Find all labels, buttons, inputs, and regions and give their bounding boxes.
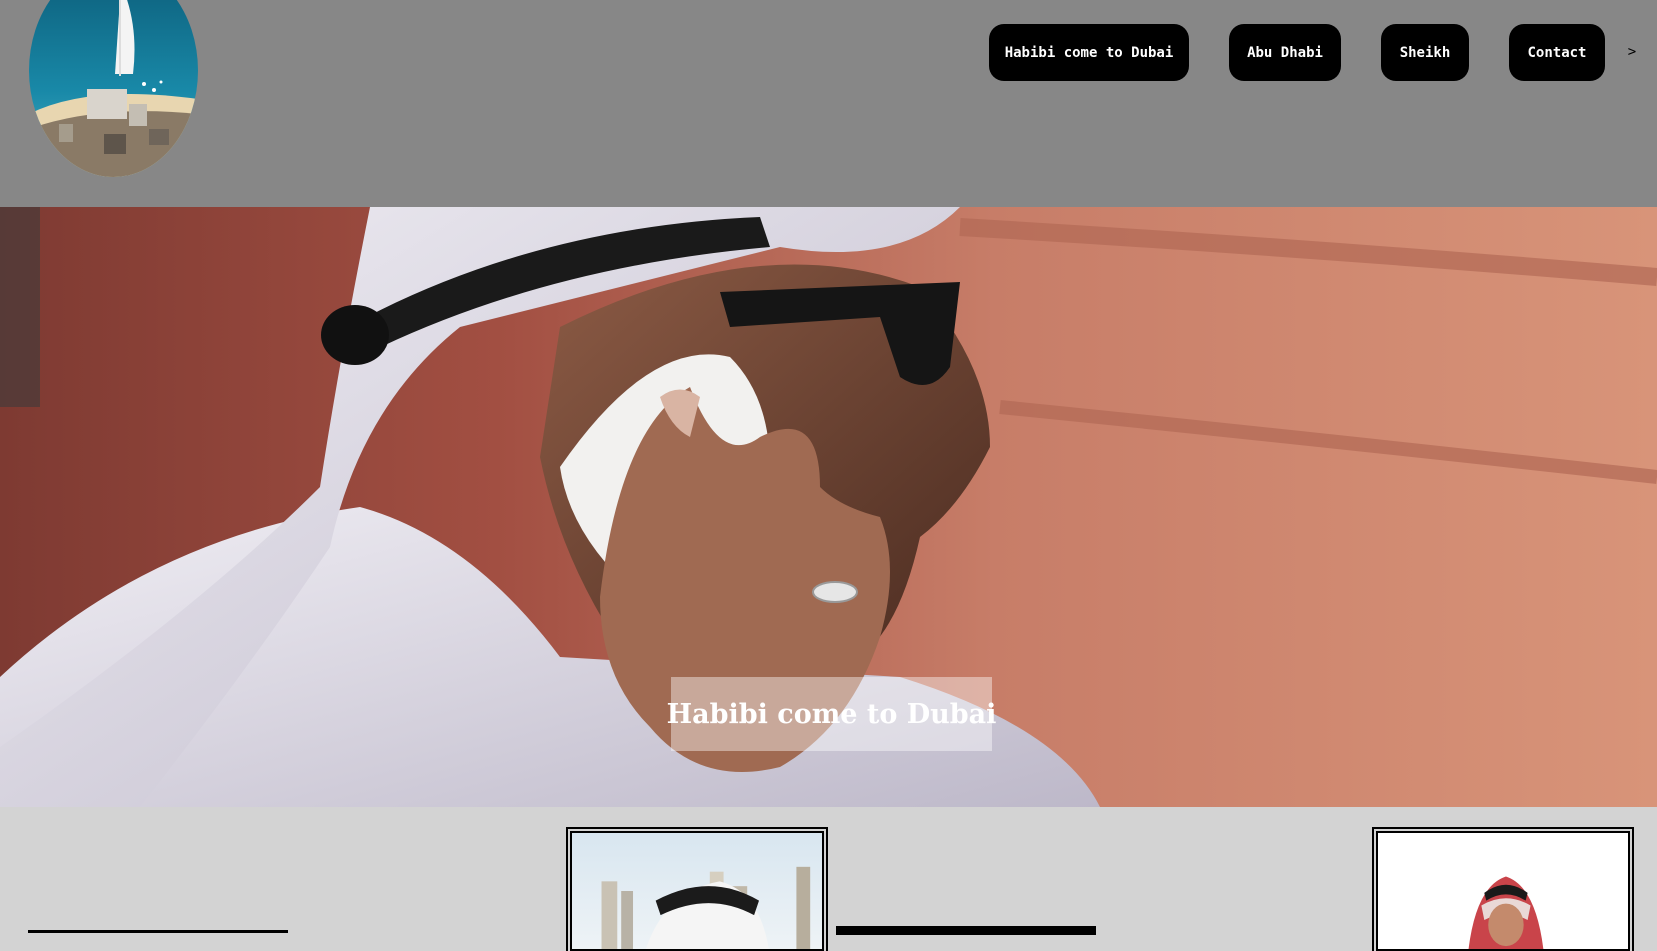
burj-al-arab-logo-icon[interactable] xyxy=(29,0,198,177)
hero-banner: Habibi come to Dubai xyxy=(0,207,1657,807)
man-in-red-keffiyeh-photo xyxy=(1378,833,1628,949)
nav-sheikh-button[interactable]: Sheikh xyxy=(1381,24,1469,81)
man-in-ghutra-city-photo xyxy=(572,833,822,949)
nav-more-chevron[interactable]: > xyxy=(1622,40,1642,64)
site-header: Habibi come to Dubai Abu Dhabi Sheikh Co… xyxy=(0,0,1657,207)
nav-abu-dhabi-button[interactable]: Abu Dhabi xyxy=(1229,24,1341,81)
sheikh-city-card[interactable] xyxy=(566,827,828,951)
nav-contact-button[interactable]: Contact xyxy=(1509,24,1605,81)
sheikh-keffiyeh-card[interactable] xyxy=(1372,827,1634,951)
hero-title: Habibi come to Dubai xyxy=(667,677,996,751)
nav-habibi-button[interactable]: Habibi come to Dubai xyxy=(989,24,1189,81)
card-top-border xyxy=(836,926,1096,935)
